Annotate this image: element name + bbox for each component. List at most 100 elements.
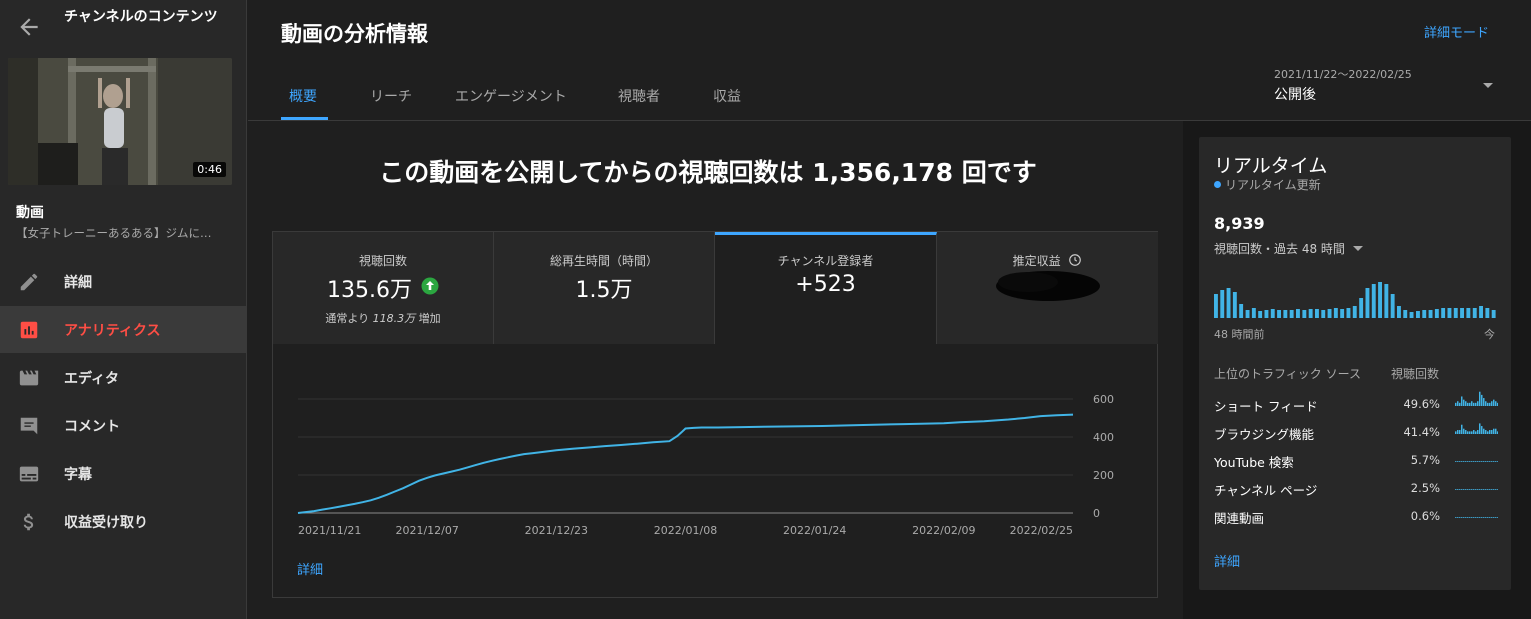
sidebar-item-editor[interactable]: エディタ [0, 354, 246, 401]
realtime-bar [1397, 306, 1401, 318]
sparkline-bar [1489, 402, 1491, 406]
metric-subscribers[interactable]: チャンネル登録者 +523 [715, 232, 937, 344]
y-tick-label: 200 [1093, 469, 1114, 482]
sparkline-bar [1495, 401, 1497, 406]
realtime-bar [1270, 309, 1275, 318]
realtime-bar [1359, 298, 1364, 318]
realtime-bar-chart [1214, 282, 1496, 318]
realtime-bar [1390, 294, 1395, 318]
metric-views[interactable]: 視聴回数 135.6万 通常より 118.3万 増加 [273, 232, 494, 344]
sidebar-item-label: アナリティクス [64, 322, 161, 339]
realtime-count: 8,939 [1214, 214, 1265, 233]
realtime-bar [1296, 309, 1300, 318]
realtime-bar [1479, 306, 1483, 318]
sparkline-bar [1469, 461, 1471, 462]
metric-watch-time[interactable]: 総再生時間（時間） 1.5万 [494, 232, 715, 344]
sparkline-bar [1469, 489, 1471, 490]
x-tick-label: 2021/12/07 [395, 524, 458, 537]
sidebar-item-earn[interactable]: 収益受け取り [0, 498, 246, 545]
traffic-sources-header: 上位のトラフィック ソース [1214, 367, 1361, 381]
sparkline-bar [1491, 489, 1493, 490]
realtime-bar [1283, 310, 1288, 318]
sidebar-item-subtitles[interactable]: 字幕 [0, 450, 246, 497]
tab-revenue[interactable]: 収益 [713, 86, 741, 106]
video-thumbnail[interactable]: 0:46 [8, 58, 232, 185]
redacted-value [996, 271, 1100, 301]
date-range-label[interactable]: 公開後 [1274, 84, 1316, 104]
x-tick-label: 2022/01/24 [783, 524, 846, 537]
realtime-metric-selector[interactable]: 視聴回数・過去 48 時間 [1214, 240, 1345, 257]
sparkline-bar [1481, 394, 1483, 406]
date-range[interactable]: 2021/11/22〜2022/02/25 [1274, 66, 1412, 82]
sparkline-bar [1465, 401, 1467, 406]
dollar-icon [23, 513, 34, 531]
realtime-bar [1258, 311, 1263, 318]
sparkline-bar [1487, 489, 1489, 490]
sparkline-bar [1493, 399, 1495, 406]
tab-engagement[interactable]: エンゲージメント [455, 86, 567, 106]
realtime-details-link[interactable]: 詳細 [1214, 551, 1240, 570]
sidebar-item-comments[interactable]: コメント [0, 402, 246, 449]
realtime-bar [1371, 284, 1376, 318]
sparkline-bar [1473, 461, 1475, 462]
sparkline-bar [1457, 430, 1459, 434]
sparkline-bar [1457, 489, 1459, 490]
realtime-bar [1308, 309, 1313, 318]
realtime-bar [1352, 306, 1357, 318]
metric-revenue[interactable]: 推定収益 [937, 232, 1158, 344]
tab-reach[interactable]: リーチ [370, 86, 412, 106]
realtime-bar [1491, 310, 1496, 318]
traffic-source-row[interactable]: チャンネル ページ 2.5% [1214, 478, 1498, 500]
sparkline-bar [1467, 461, 1469, 462]
traffic-source-row[interactable]: ブラウジング機能 41.4% [1214, 422, 1498, 444]
sparkline-bar [1491, 430, 1493, 434]
live-dot-icon [1214, 181, 1221, 188]
sparkline-bar [1465, 430, 1467, 434]
metric-label: 総再生時間（時間） [549, 254, 658, 268]
sparkline-bar [1477, 401, 1479, 406]
sparkline-bar [1455, 489, 1457, 490]
sparkline-bar [1459, 461, 1461, 462]
sparkline-bar [1457, 517, 1459, 518]
advanced-mode-link[interactable]: 詳細モード [1424, 22, 1489, 41]
tab-audience[interactable]: 視聴者 [618, 86, 660, 106]
sparkline-bar [1497, 489, 1498, 490]
sparkline-bar [1477, 489, 1479, 490]
realtime-bar [1289, 310, 1294, 318]
sparkline-bar [1495, 428, 1497, 434]
realtime-bar [1472, 308, 1477, 318]
sparkline-bar [1475, 402, 1477, 406]
sparkline-bar [1491, 401, 1493, 406]
views-headline: この動画を公開してからの視聴回数は 1,356,178 回です [379, 158, 1037, 187]
metric-label-text: 推定収益 [1012, 254, 1061, 268]
realtime-bar [1327, 309, 1332, 318]
realtime-bar [1441, 308, 1446, 318]
realtime-bar [1384, 284, 1389, 318]
sidebar-item-details[interactable]: 詳細 [0, 258, 246, 305]
chart-details-link[interactable]: 詳細 [297, 559, 323, 578]
caret-down-icon[interactable] [1482, 82, 1494, 90]
caret-down-icon[interactable] [1353, 246, 1363, 252]
x-tick-label: 2022/02/25 [1010, 524, 1073, 537]
sparkline-bar [1497, 431, 1498, 434]
sparkline-bar [1465, 461, 1467, 462]
traffic-source-name: ショート フィード [1214, 399, 1318, 414]
x-tick-label: 2021/11/21 [298, 524, 361, 537]
x-tick-label: 2022/01/08 [654, 524, 717, 537]
realtime-bar [1403, 310, 1408, 318]
sparkline-bar [1497, 461, 1498, 462]
realtime-bar [1365, 288, 1370, 318]
traffic-source-row[interactable]: ショート フィード 49.6% [1214, 391, 1498, 416]
back-arrow-icon[interactable] [16, 14, 42, 40]
realtime-bar [1264, 310, 1269, 318]
sparkline-bar [1465, 489, 1467, 490]
tab-overview[interactable]: 概要 [289, 86, 317, 106]
traffic-source-row[interactable]: YouTube 検索 5.7% [1214, 450, 1498, 472]
sparkline-bar [1487, 517, 1489, 518]
realtime-bar [1346, 308, 1351, 318]
traffic-source-row[interactable]: 関連動画 0.6% [1214, 506, 1498, 528]
sidebar-item-analytics[interactable]: アナリティクス [0, 306, 246, 353]
sidebar-item-label: 詳細 [64, 274, 92, 291]
channel-content-title[interactable]: チャンネルのコンテンツ [64, 8, 234, 26]
realtime-bar [1416, 311, 1420, 318]
